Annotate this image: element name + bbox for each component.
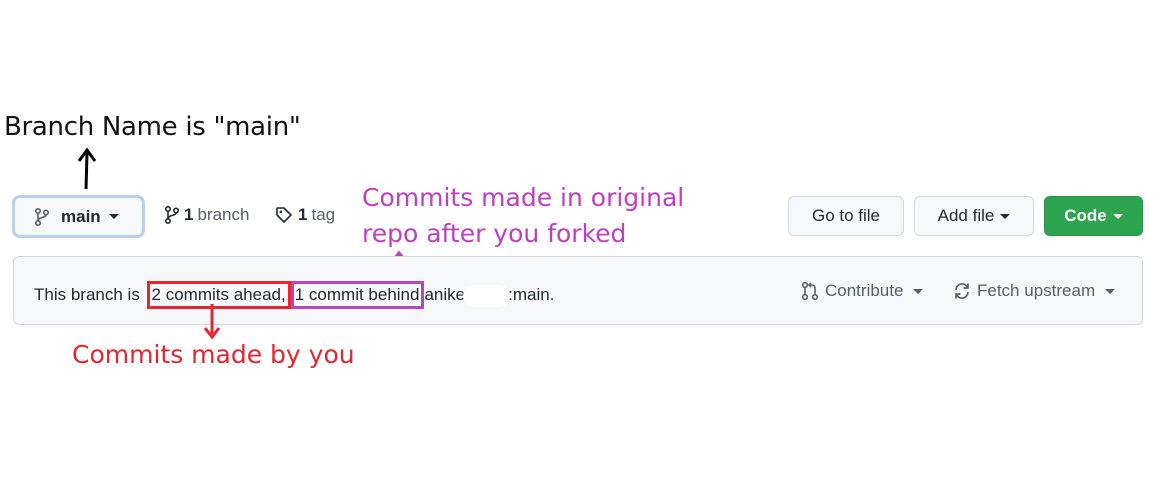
code-label: Code xyxy=(1064,206,1107,225)
add-file-label: Add file xyxy=(937,206,995,225)
tag-label: tag xyxy=(311,205,336,224)
contribute-button[interactable]: Contribute xyxy=(801,281,924,301)
status-prefix: This branch is xyxy=(34,285,145,304)
git-branch-icon xyxy=(165,206,179,224)
upstream-annotation-line1: Commits made in original xyxy=(362,183,685,212)
tag-count: 1 xyxy=(298,205,308,224)
branch-selector-button[interactable]: main xyxy=(12,195,145,238)
chevron-down-icon xyxy=(913,288,924,294)
branch-selector-label: main xyxy=(61,206,101,226)
chevron-down-icon xyxy=(108,214,119,219)
code-button[interactable]: Code xyxy=(1044,196,1143,236)
tags-link[interactable]: 1 tag xyxy=(275,205,335,225)
go-to-file-label: Go to file xyxy=(811,206,881,225)
branches-link[interactable]: 1 branch xyxy=(165,205,249,225)
sync-icon xyxy=(955,283,969,299)
upstream-branch: :main. xyxy=(508,285,555,304)
go-to-file-button[interactable]: Go to file xyxy=(788,196,904,236)
branch-count: 1 xyxy=(184,205,194,224)
branch-label: branch xyxy=(197,205,250,224)
chevron-down-icon xyxy=(1000,213,1011,219)
fetch-upstream-button[interactable]: Fetch upstream xyxy=(953,281,1116,301)
pull-request-icon xyxy=(801,281,819,301)
fetch-upstream-label: Fetch upstream xyxy=(977,281,1096,300)
chevron-down-icon xyxy=(1105,288,1116,294)
branch-name-annotation: Branch Name is "main" xyxy=(4,112,301,142)
git-branch-icon xyxy=(35,207,49,226)
chevron-down-icon xyxy=(1112,213,1123,219)
commits-behind-link[interactable]: 1 commit behind xyxy=(290,281,425,309)
redaction-mask xyxy=(463,284,511,307)
add-file-button[interactable]: Add file xyxy=(914,196,1034,236)
upstream-annotation-line2: repo after you forked xyxy=(362,219,627,248)
branch-status-text: This branch is 2 commits ahead, 1 commit … xyxy=(34,281,554,309)
upstream-commits-annotation: Commits made in original repo after you … xyxy=(362,180,684,252)
down-arrow-red xyxy=(203,304,221,340)
your-commits-annotation: Commits made by you xyxy=(72,340,355,369)
tag-icon xyxy=(276,207,292,223)
upstream-owner: anike xyxy=(424,285,466,304)
contribute-label: Contribute xyxy=(825,281,904,300)
up-arrow-black xyxy=(77,147,97,190)
